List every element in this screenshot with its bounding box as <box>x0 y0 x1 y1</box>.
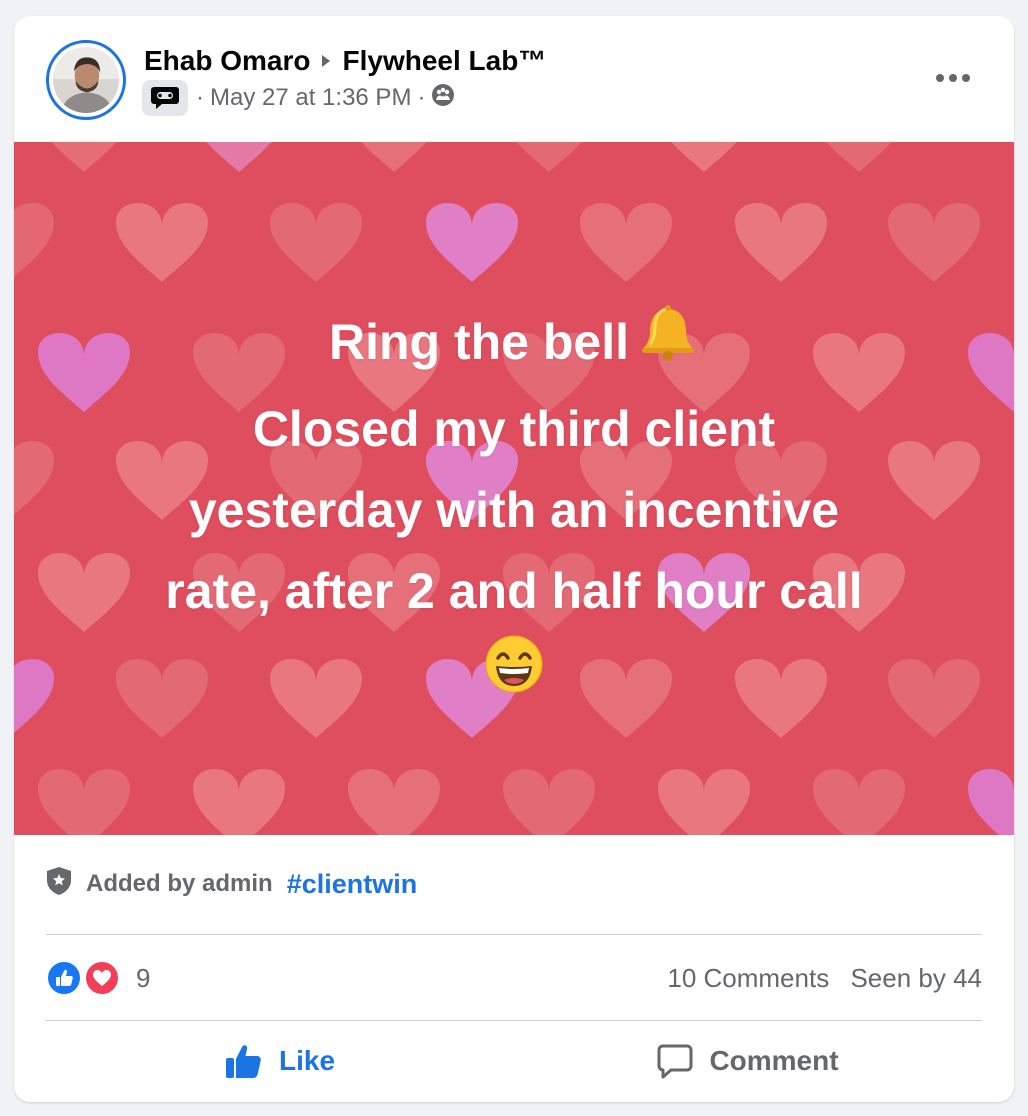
more-options-button[interactable] <box>928 60 978 96</box>
more-dot <box>936 74 944 82</box>
avatar-photo <box>53 47 119 113</box>
like-label: Like <box>278 1045 336 1076</box>
author-line: Ehab Omaro Flywheel Lab™ <box>144 43 546 79</box>
admin-shield-icon <box>46 866 72 903</box>
meta-separator: · <box>417 84 426 111</box>
chat-badge-icon[interactable] <box>142 80 188 116</box>
group-name[interactable]: Flywheel Lab™ <box>342 45 546 77</box>
author-avatar[interactable] <box>46 40 126 120</box>
added-by-label: Added by admin <box>86 870 273 897</box>
author-name[interactable]: Ehab Omaro <box>144 45 310 77</box>
comment-label: Comment <box>709 1045 839 1076</box>
reaction-icons[interactable] <box>46 958 124 998</box>
love-icon <box>84 960 120 996</box>
divider <box>46 1020 982 1021</box>
seen-by-count[interactable]: Seen by 44 <box>850 963 982 993</box>
comments-count[interactable]: 10 Comments <box>667 963 829 993</box>
triangle-right-icon <box>320 53 332 69</box>
post-text-line: rate, after 2 and half hour call <box>165 562 863 619</box>
topic-row: Added by admin #clientwin <box>46 864 417 904</box>
post-text-line: Ring the bell <box>54 302 974 389</box>
members-audience-icon <box>431 83 455 114</box>
post-header: Ehab Omaro Flywheel Lab™ · May 27 at 1:3… <box>14 16 1014 142</box>
reactions-row: 9 10 Comments Seen by 44 <box>46 956 982 1000</box>
post-timestamp[interactable]: May 27 at 1:36 PM <box>210 84 411 112</box>
action-bar: Like Comment <box>46 1028 982 1094</box>
post-text: Ring the bell Closed my third client yes… <box>54 302 974 718</box>
like-button[interactable]: Like <box>46 1028 514 1094</box>
post-background: Ring the bell Closed my third client yes… <box>14 142 1014 835</box>
bell-icon <box>637 303 699 389</box>
grinning-face-icon <box>484 634 544 718</box>
post-text-line <box>54 632 974 718</box>
hashtag-link[interactable]: #clientwin <box>287 869 418 900</box>
post-text-line: yesterday with an incentive <box>188 481 840 538</box>
comment-bubble-icon <box>657 1043 693 1079</box>
meta-separator: · <box>196 84 204 111</box>
more-dot <box>949 74 957 82</box>
post-meta: · May 27 at 1:36 PM · <box>142 80 455 116</box>
comment-button[interactable]: Comment <box>514 1028 982 1094</box>
thumbs-up-icon <box>225 1043 263 1079</box>
reaction-count[interactable]: 9 <box>136 963 150 994</box>
divider <box>46 934 982 935</box>
post-text-line: Closed my third client <box>252 400 776 457</box>
more-dot <box>962 74 970 82</box>
like-icon <box>46 960 82 996</box>
post-card: Ehab Omaro Flywheel Lab™ · May 27 at 1:3… <box>14 16 1014 1102</box>
engagement-stats: 10 Comments Seen by 44 <box>667 963 982 994</box>
